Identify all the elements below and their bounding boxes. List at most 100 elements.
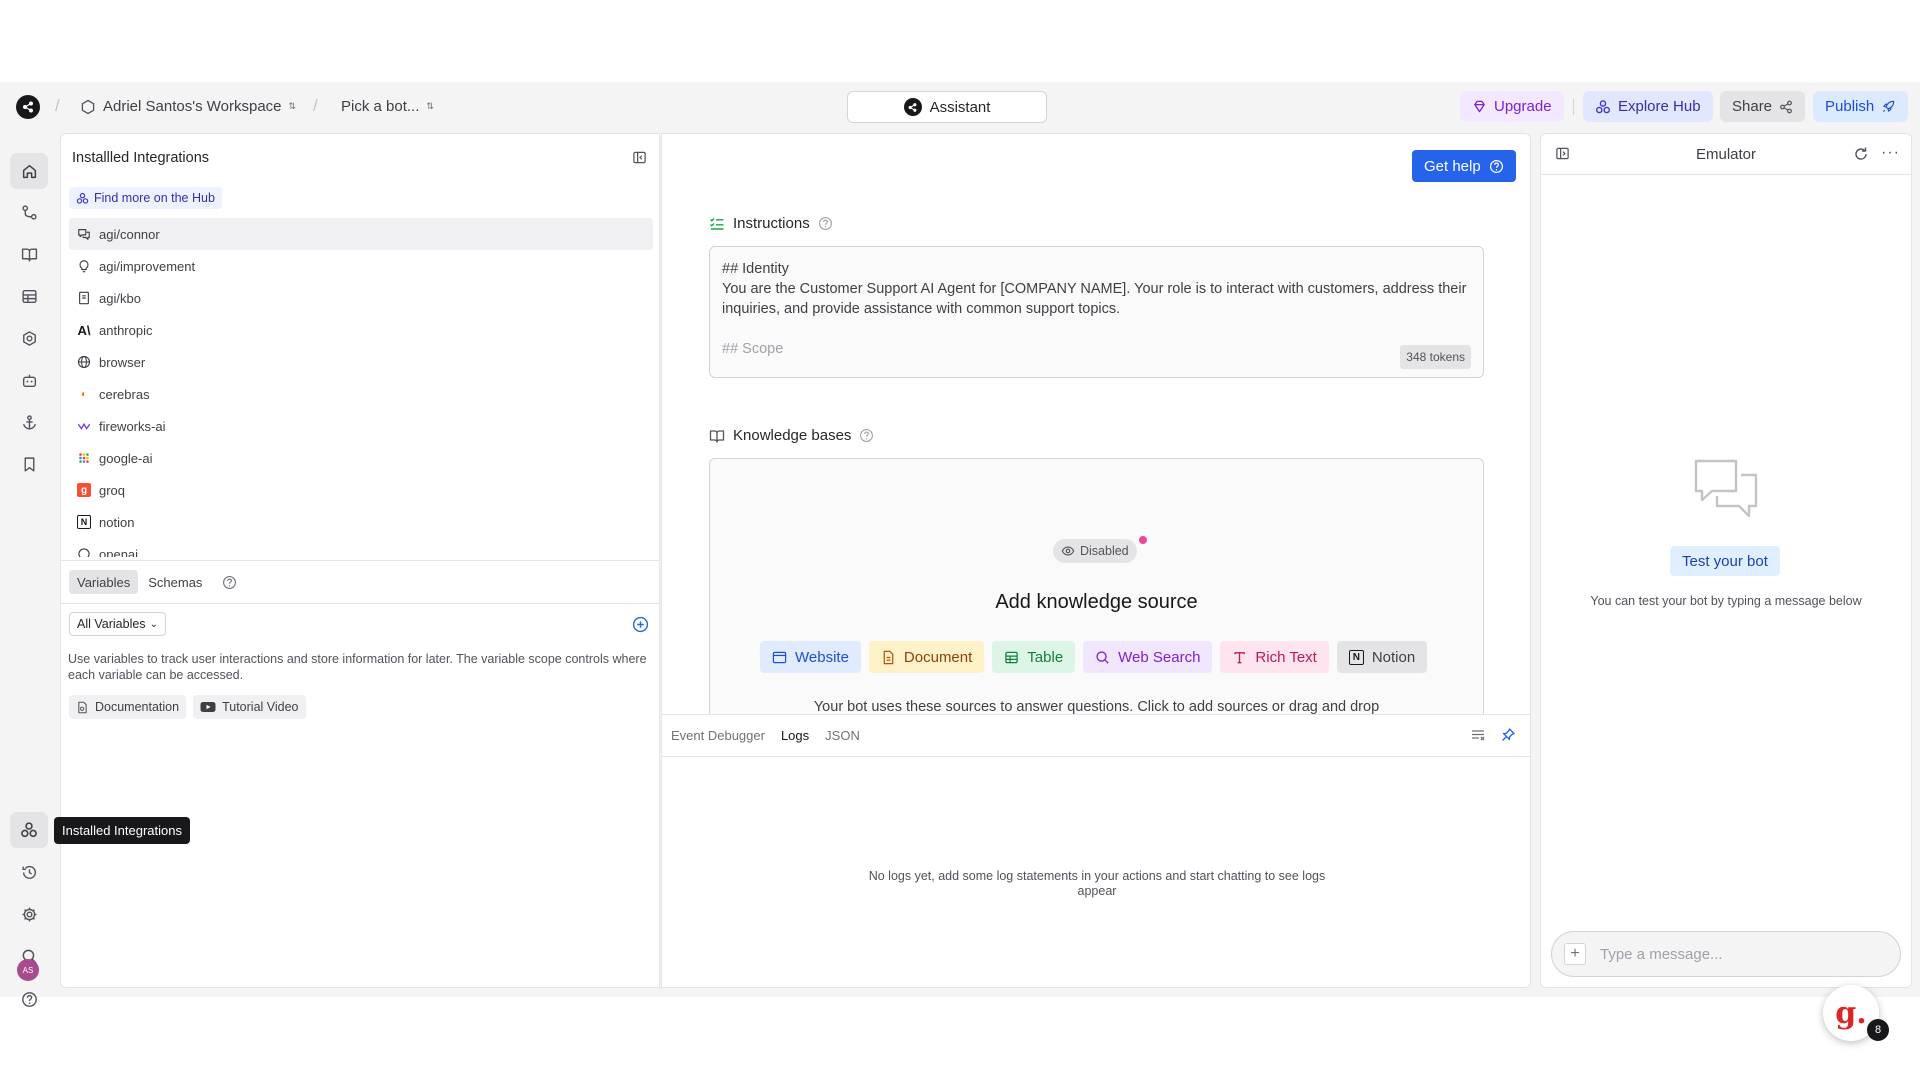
list-item[interactable]: N notion (69, 506, 653, 538)
groq-icon: g (77, 483, 91, 497)
knowledge-book-icon[interactable] (10, 236, 48, 272)
integrations-list: agi/connor agi/improvement agi/kbo A\ an… (69, 218, 653, 557)
list-item[interactable]: openai (69, 538, 653, 557)
list-item[interactable]: agi/connor (69, 218, 653, 250)
tab-schemas[interactable]: Schemas (140, 570, 210, 594)
botpress-logo-icon[interactable] (16, 95, 40, 119)
list-item[interactable]: g groq (69, 474, 653, 506)
explore-hub-button[interactable]: Explore Hub (1583, 91, 1713, 122)
source-notion-button[interactable]: N Notion (1336, 641, 1428, 673)
list-item[interactable]: browser (69, 346, 653, 378)
top-bar: / Adriel Santos's Workspace ⇅ / Pick a b… (0, 82, 1920, 132)
knowledge-bases-header: Knowledge bases (709, 427, 874, 444)
text-type-icon (1234, 651, 1246, 663)
list-item[interactable]: fireworks-ai (69, 410, 653, 442)
documentation-link[interactable]: Documentation (69, 695, 187, 719)
integration-name: agi/kbo (99, 290, 141, 306)
tab-variables[interactable]: Variables (69, 570, 139, 594)
hub-icon (76, 192, 89, 204)
agents-icon[interactable] (10, 320, 48, 356)
list-item[interactable]: agi/improvement (69, 250, 653, 282)
refresh-icon[interactable] (1853, 146, 1869, 165)
help-icon[interactable] (859, 428, 874, 443)
workspace-switcher[interactable]: Adriel Santos's Workspace ⇅ (80, 98, 296, 115)
source-label: Web Search (1118, 648, 1201, 666)
assistant-label: Assistant (929, 98, 991, 116)
help-icon (1489, 159, 1503, 173)
variables-filter-select[interactable]: All Variables ⌄ (69, 612, 166, 636)
integration-name: google-ai (99, 450, 153, 466)
add-variable-icon[interactable] (632, 616, 649, 636)
tutorial-video-link[interactable]: Tutorial Video (193, 695, 306, 719)
help-icon[interactable] (222, 575, 237, 590)
source-table-button[interactable]: Table (992, 641, 1076, 673)
share-button[interactable]: Share (1720, 91, 1806, 122)
workspace-name: Adriel Santos's Workspace (103, 98, 282, 115)
chevron-updown-icon: ⇅ (426, 101, 434, 111)
assistant-button[interactable]: Assistant (847, 91, 1047, 123)
plus-icon[interactable]: + (1564, 943, 1586, 965)
integrations-icon[interactable] (10, 812, 48, 848)
help-icon[interactable] (10, 981, 48, 1017)
knowledge-sources-dropzone[interactable]: Disabled Add knowledge source Website Do… (709, 458, 1484, 728)
knowledge-bases-title: Knowledge bases (733, 427, 852, 444)
settings-gear-icon[interactable] (10, 896, 48, 932)
tab-json[interactable]: JSON (825, 728, 860, 743)
lightbulb-icon (77, 259, 91, 273)
collapse-panel-icon[interactable] (632, 150, 647, 168)
bot-icon[interactable] (10, 362, 48, 398)
source-rich-text-button[interactable]: Rich Text (1220, 641, 1329, 673)
list-item[interactable]: ◐ cerebras (69, 378, 653, 410)
browser-window-icon (772, 651, 787, 663)
help-icon[interactable] (818, 216, 833, 231)
instructions-title: Instructions (733, 215, 810, 232)
badge-count: 8 (1867, 1019, 1889, 1041)
message-input[interactable]: + Type a message... (1551, 931, 1901, 977)
book-open-icon (709, 429, 725, 443)
source-label: Website (795, 648, 849, 666)
table-icon[interactable] (10, 278, 48, 314)
hub-icon (1596, 99, 1611, 113)
source-label: Document (903, 648, 973, 666)
find-more-on-hub-link[interactable]: Find more on the Hub (69, 187, 222, 209)
book-icon (77, 291, 91, 305)
anchor-icon[interactable] (10, 404, 48, 440)
upgrade-button[interactable]: Upgrade (1460, 91, 1564, 122)
tab-event-debugger[interactable]: Event Debugger (671, 728, 765, 743)
workflow-icon[interactable] (10, 194, 48, 230)
home-icon[interactable] (10, 153, 48, 189)
explore-hub-label: Explore Hub (1618, 98, 1701, 115)
app-window: / Adriel Santos's Workspace ⇅ / Pick a b… (0, 82, 1920, 1041)
integration-name: agi/improvement (99, 258, 196, 274)
source-document-button[interactable]: Document (868, 641, 985, 673)
list-item[interactable]: A\ anthropic (69, 314, 653, 346)
source-website-button[interactable]: Website (760, 641, 861, 673)
debugger-tabs: Event Debugger Logs JSON (671, 728, 860, 743)
list-item[interactable]: google-ai (69, 442, 653, 474)
source-web-search-button[interactable]: Web Search (1083, 641, 1213, 673)
history-icon[interactable] (10, 854, 48, 890)
add-knowledge-source-title: Add knowledge source (995, 591, 1198, 613)
more-options-icon[interactable]: ··· (1881, 144, 1900, 162)
agent-editor: Get help Instructions ## Identity You ar… (661, 133, 1531, 988)
get-help-label: Get help (1424, 157, 1481, 175)
pin-icon[interactable] (1500, 727, 1516, 746)
document-icon (78, 701, 87, 713)
tab-logs[interactable]: Logs (781, 728, 809, 743)
instructions-editor[interactable]: ## Identity You are the Customer Support… (709, 246, 1484, 378)
integration-name: notion (99, 514, 135, 530)
variables-filter-value: All Variables (77, 617, 146, 631)
debugger-panel: Event Debugger Logs JSON No logs yet, ad… (662, 714, 1530, 987)
instructions-line: ## Scope (722, 341, 784, 357)
bookmark-icon[interactable] (10, 446, 48, 482)
disabled-toggle[interactable]: Disabled (1053, 539, 1137, 563)
test-your-bot-button[interactable]: Test your bot (1670, 546, 1780, 576)
checklist-icon (710, 217, 724, 230)
list-item[interactable]: agi/kbo (69, 282, 653, 314)
avatar[interactable]: AS (17, 959, 39, 981)
bot-picker[interactable]: Pick a bot... ⇅ (341, 98, 434, 115)
chevron-down-icon: ⌄ (149, 618, 158, 630)
clear-logs-icon[interactable] (1470, 727, 1486, 746)
get-help-button[interactable]: Get help (1412, 150, 1516, 182)
publish-button[interactable]: Publish (1813, 91, 1909, 122)
